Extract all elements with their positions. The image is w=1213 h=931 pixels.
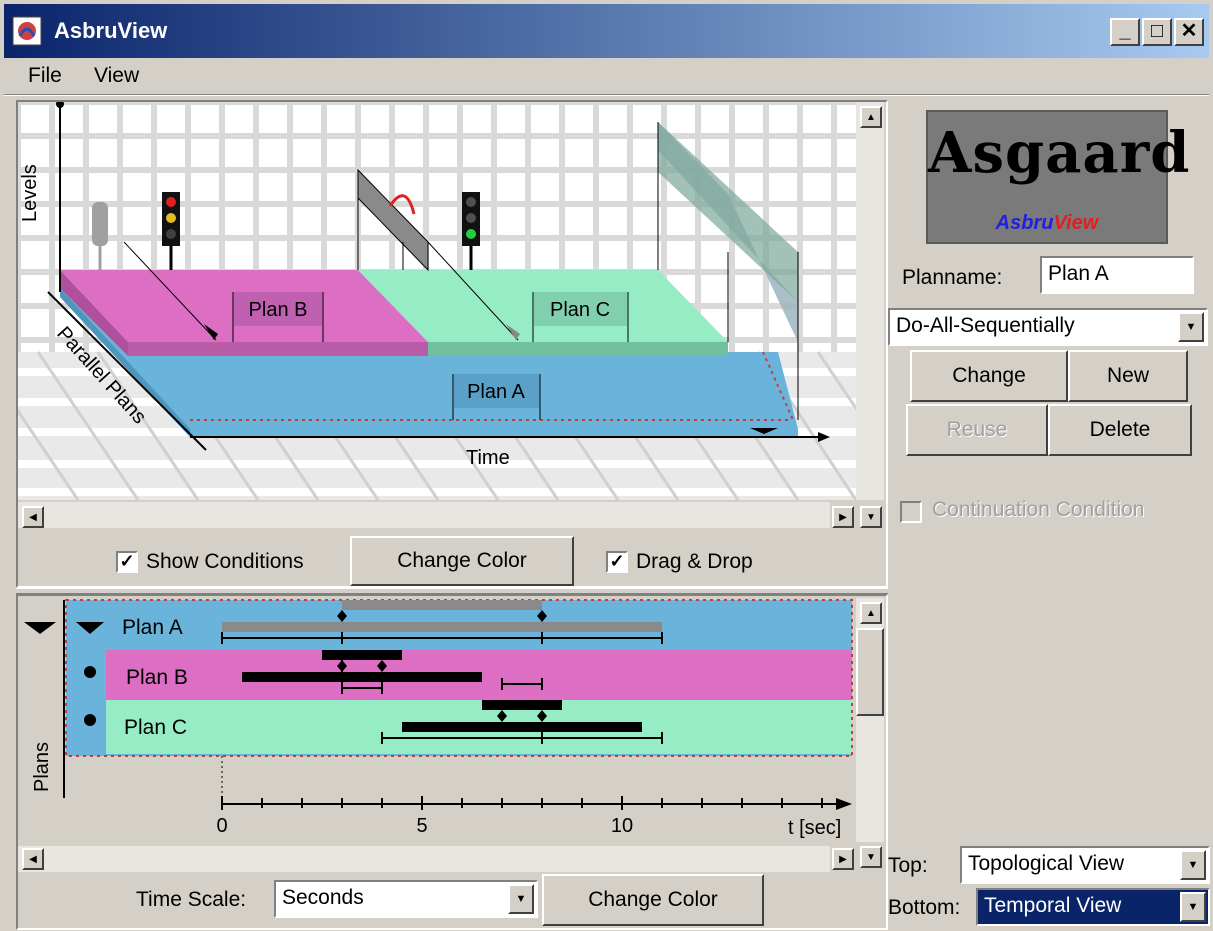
app-icon bbox=[12, 16, 42, 46]
plan-c-label: Plan C bbox=[550, 299, 610, 321]
top-vertical-scrollbar[interactable] bbox=[856, 102, 884, 500]
plan-mode-value: Do-All-Sequentially bbox=[896, 314, 1075, 337]
continuation-condition-checkbox[interactable] bbox=[900, 501, 922, 523]
plan-a-duration-bar[interactable] bbox=[222, 622, 662, 632]
scroll-right-icon[interactable]: ▶ bbox=[832, 506, 854, 528]
levels-axis-label: Levels bbox=[19, 164, 41, 222]
show-conditions-label: Show Conditions bbox=[146, 550, 304, 573]
bottom-view-value: Temporal View bbox=[984, 894, 1122, 917]
top-view-label: Top: bbox=[888, 854, 928, 877]
time-scale-label: Time Scale: bbox=[136, 888, 247, 911]
plan-b-start-bar[interactable] bbox=[322, 650, 402, 660]
plan-c-row-label: Plan C bbox=[124, 716, 187, 739]
minimize-icon[interactable]: _ bbox=[1110, 18, 1140, 46]
top-horizontal-scrollbar[interactable] bbox=[18, 502, 830, 528]
topological-canvas[interactable]: Plan B Plan C Plan A Levels Parallel Pla… bbox=[18, 102, 856, 500]
logo-subtitle: AsbruView bbox=[928, 212, 1166, 235]
time-tick-5: 5 bbox=[416, 815, 427, 837]
time-tick-0: 0 bbox=[216, 815, 227, 837]
asgaard-logo: Asgaard AsbruView bbox=[926, 110, 1191, 244]
plan-c-bullet-icon bbox=[84, 714, 96, 726]
drag-drop-label: Drag & Drop bbox=[636, 550, 753, 573]
maximize-icon[interactable]: □ bbox=[1142, 18, 1172, 46]
continuation-condition-label: Continuation Condition bbox=[932, 498, 1145, 521]
bottom-scroll-thumb[interactable] bbox=[856, 628, 884, 716]
planname-label: Planname: bbox=[902, 266, 1003, 289]
plan-b-bullet-icon bbox=[84, 666, 96, 678]
menu-view[interactable]: View bbox=[94, 64, 139, 88]
bottom-scroll-left-icon[interactable]: ◀ bbox=[22, 848, 44, 870]
bottom-view-select[interactable]: Temporal View bbox=[976, 888, 1210, 926]
plan-b-duration-bar[interactable] bbox=[242, 672, 482, 682]
logo-sub-asbru: Asbru bbox=[995, 212, 1054, 234]
bottom-horizontal-scrollbar[interactable] bbox=[18, 846, 830, 872]
logo-title: Asgaard bbox=[928, 120, 1191, 186]
time-axis-unit: t [sec] bbox=[788, 817, 841, 839]
window-title: AsbruView bbox=[54, 18, 168, 43]
delete-button[interactable]: Delete bbox=[1048, 404, 1192, 456]
drag-drop-checkbox[interactable]: ✓ bbox=[606, 551, 628, 573]
plans-axis-label: Plans bbox=[31, 742, 53, 792]
top-view-value: Topological View bbox=[968, 852, 1125, 875]
change-button[interactable]: Change bbox=[910, 350, 1068, 402]
time-scale-select[interactable]: Seconds bbox=[274, 880, 538, 918]
plan-b-slab-front bbox=[128, 342, 428, 356]
plan-mode-select[interactable]: Do-All-Sequentially bbox=[888, 308, 1208, 346]
planname-value: Plan A bbox=[1048, 262, 1109, 285]
plan-c-start-bar[interactable] bbox=[482, 700, 562, 710]
plan-b-row-label: Plan B bbox=[126, 666, 188, 689]
time-scale-dropdown-icon[interactable]: ▼ bbox=[508, 884, 534, 914]
menu-file[interactable]: File bbox=[28, 64, 62, 88]
scroll-down-icon[interactable]: ▼ bbox=[860, 506, 882, 528]
bottom-view-label: Bottom: bbox=[888, 896, 961, 919]
plan-c-duration-bar[interactable] bbox=[402, 722, 642, 732]
bottom-scroll-right-icon[interactable]: ▶ bbox=[832, 848, 854, 870]
reuse-button[interactable]: Reuse bbox=[906, 404, 1048, 456]
time-tick-10: 10 bbox=[611, 815, 633, 837]
scroll-left-icon[interactable]: ◀ bbox=[22, 506, 44, 528]
plan-a-row-label: Plan A bbox=[122, 616, 183, 639]
bottom-view-dropdown-icon[interactable]: ▼ bbox=[1180, 892, 1206, 922]
plan-mode-dropdown-icon[interactable]: ▼ bbox=[1178, 312, 1204, 342]
bottom-scroll-down-icon[interactable]: ▼ bbox=[860, 846, 882, 868]
title-bar[interactable]: AsbruView _ □ ✕ bbox=[4, 4, 1209, 58]
plan-c-slab-front bbox=[428, 342, 728, 356]
scroll-up-icon[interactable]: ▲ bbox=[860, 106, 882, 128]
bottom-scroll-up-icon[interactable]: ▲ bbox=[860, 602, 882, 624]
show-conditions-checkbox[interactable]: ✓ bbox=[116, 551, 138, 573]
top-view-select[interactable]: Topological View bbox=[960, 846, 1210, 884]
change-color-button-top[interactable]: Change Color bbox=[350, 536, 574, 586]
app-window: AsbruView _ □ ✕ File View Plan B Plan C … bbox=[0, 0, 1213, 931]
menu-divider bbox=[4, 94, 1209, 96]
temporal-time-axis-arrow bbox=[836, 798, 852, 810]
new-button[interactable]: New bbox=[1068, 350, 1188, 402]
planname-input[interactable]: Plan A bbox=[1040, 256, 1194, 294]
plan-a-start-bar[interactable] bbox=[342, 600, 542, 610]
change-color-button-bottom[interactable]: Change Color bbox=[542, 874, 764, 926]
time-scale-value: Seconds bbox=[282, 886, 364, 909]
temporal-canvas[interactable]: Plans Plan A Plan B Plan C 0 5 10 t [sec… bbox=[18, 596, 856, 848]
plan-a-label: Plan A bbox=[467, 381, 525, 403]
menu-bar: File View bbox=[4, 58, 1209, 94]
plan-b-label: Plan B bbox=[249, 299, 308, 321]
close-icon[interactable]: ✕ bbox=[1174, 18, 1204, 46]
collapse-triangle-icon[interactable] bbox=[24, 622, 56, 634]
logo-sub-view: View bbox=[1053, 212, 1099, 234]
top-view-dropdown-icon[interactable]: ▼ bbox=[1180, 850, 1206, 880]
time-axis-label: Time bbox=[466, 447, 510, 469]
